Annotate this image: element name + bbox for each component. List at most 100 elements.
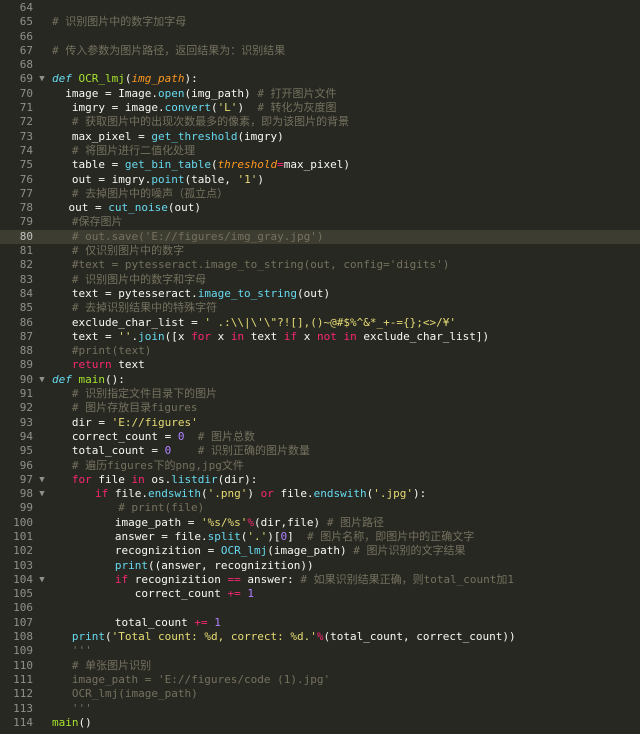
code-token: # 识别正确的图片数量 <box>197 444 310 458</box>
code-line[interactable]: 89 return text <box>0 358 640 372</box>
code-line[interactable]: 79 #保存图片 <box>0 215 640 229</box>
line-number: 96 <box>19 458 33 472</box>
code-line[interactable]: 67 # 传入参数为图片路径，返回结果为：识别结果 <box>0 44 640 58</box>
code-token: (): <box>105 372 125 386</box>
code-token: #text = pytesseract.image_to_string(out,… <box>71 258 450 272</box>
code-line[interactable]: 82 #text = pytesseract.image_to_string(ou… <box>0 258 640 272</box>
code-line[interactable]: 108 print('Total count: %d, correct: %d.'… <box>0 630 640 644</box>
line-number: 114 <box>13 715 33 729</box>
code-line[interactable]: 106 <box>0 601 640 615</box>
code-line[interactable]: 93 dir = 'E://figures' <box>0 416 640 430</box>
code-token: (imgry) <box>237 129 284 143</box>
code-token: def <box>52 72 79 86</box>
code-token: (out) <box>167 201 202 215</box>
code-token: correct_count = <box>71 429 178 443</box>
code-token: return <box>71 358 112 372</box>
code-token: not in <box>316 329 357 343</box>
code-line[interactable]: 87 text = ''.join([x for x in text if x n… <box>0 330 640 344</box>
code-token: # 去掉图片中的噪声（孤立点） <box>71 186 229 200</box>
code-line[interactable]: 70 image = Image.open(img_path) # 打开图片文件 <box>0 87 640 101</box>
code-line[interactable]: 74 # 将图片进行二值化处理 <box>0 144 640 158</box>
code-line[interactable]: 75 table = get_bin_table(threshold=max_pi… <box>0 158 640 172</box>
code-token: #保存图片 <box>71 215 123 229</box>
code-token: exclude_char_list = <box>71 315 205 329</box>
fold-arrow-icon[interactable]: ▼ <box>37 573 47 587</box>
line-number: 92 <box>19 401 33 415</box>
code-line[interactable]: 80 # out.save('E://figures/img_gray.jpg') <box>0 229 640 245</box>
code-line[interactable]: 101 answer = file.split('.')[0] # 图片名称，即图… <box>0 530 640 544</box>
code-line[interactable]: 71 imgry = image.convert('L') # 转化为灰度图 <box>0 101 640 115</box>
line-number: 71 <box>19 101 33 115</box>
code-line[interactable]: 100 image_path = '%s/%s'%(dir,file) # 图片路… <box>0 516 640 530</box>
fold-arrow-icon[interactable]: ▼ <box>37 487 47 501</box>
code-line[interactable]: 99 # print(file) <box>0 501 640 515</box>
code-text: # 遍历figures下的png,jpg文件 <box>72 459 244 473</box>
code-line[interactable]: 103 print((answer, recognizition)) <box>0 559 640 573</box>
code-line[interactable]: 78 out = cut_noise(out) <box>0 201 640 215</box>
code-line[interactable]: 114 main() <box>0 716 640 730</box>
line-number: 80 <box>19 229 33 243</box>
code-token: for <box>191 329 211 343</box>
code-line[interactable]: 110 # 单张图片识别 <box>0 659 640 673</box>
code-line[interactable]: 64 <box>0 1 640 15</box>
line-number: 104 <box>13 572 33 586</box>
code-line[interactable]: 83 # 识别图片中的数字和字母 <box>0 273 640 287</box>
code-line[interactable]: 113 ''' <box>0 702 640 716</box>
code-line[interactable]: 112 OCR_lmj(image_path) <box>0 687 640 701</box>
code-text: text = ''.join([x for x in text if x not… <box>72 330 489 344</box>
code-line[interactable]: 95 total_count = 0 # 识别正确的图片数量 <box>0 444 640 458</box>
code-line[interactable]: 90 ▼ def main(): <box>0 373 640 387</box>
code-line[interactable]: 69 ▼ def OCR_lmj(img_path): <box>0 72 640 86</box>
code-text: # 获取图片中的出现次数最多的像素，即为该图片的背景 <box>72 115 349 129</box>
fold-arrow-icon[interactable]: ▼ <box>37 72 47 86</box>
code-token: get_threshold <box>151 129 238 143</box>
fold-arrow-icon[interactable]: ▼ <box>37 373 47 387</box>
code-line[interactable]: 81 # 仅识别图片中的数字 <box>0 244 640 258</box>
code-line[interactable]: 88 #print(text) <box>0 344 640 358</box>
code-line[interactable]: 97 ▼ for file in os.listdir(dir): <box>0 473 640 487</box>
code-token: correct_count <box>134 587 228 601</box>
code-line[interactable]: 102 recognizition = OCR_lmj(image_path) #… <box>0 544 640 558</box>
code-token: (image_path) <box>267 544 354 558</box>
code-line[interactable]: 111 image_path = 'E://figures/code (1).jp… <box>0 673 640 687</box>
code-token: # 传入参数为图片路径，返回结果为：识别结果 <box>52 43 286 57</box>
code-text: out = imgry.point(table, '1') <box>72 173 264 187</box>
code-line[interactable]: 68 <box>0 58 640 72</box>
code-line[interactable]: 104 ▼ if recognizition == answer: # 如果识别结果… <box>0 573 640 587</box>
code-line[interactable]: 73 max_pixel = get_threshold(imgry) <box>0 130 640 144</box>
code-token: # 识别指定文件目录下的图片 <box>71 387 218 401</box>
code-token: # 打开图片文件 <box>257 86 337 100</box>
code-line[interactable]: 72 # 获取图片中的出现次数最多的像素，即为该图片的背景 <box>0 115 640 129</box>
code-line[interactable]: 94 correct_count = 0 # 图片总数 <box>0 430 640 444</box>
code-text: out = cut_noise(out) <box>69 201 201 215</box>
code-line[interactable]: 77 # 去掉图片中的噪声（孤立点） <box>0 187 640 201</box>
code-text: recognizition = OCR_lmj(image_path) # 图片… <box>115 544 466 558</box>
code-token: ] <box>287 529 307 543</box>
code-line[interactable]: 85 # 去掉识别结果中的特殊字符 <box>0 301 640 315</box>
line-number: 98 <box>19 487 33 501</box>
code-line[interactable]: 96 # 遍历figures下的png,jpg文件 <box>0 459 640 473</box>
code-line[interactable]: 98 ▼ if file.endswith('.png') or file.ends… <box>0 487 640 501</box>
code-token: x <box>210 329 231 343</box>
code-line[interactable]: 86 exclude_char_list = ' .:\\|\'\"?![],()… <box>0 316 640 330</box>
code-text: def OCR_lmj(img_path): <box>52 72 198 86</box>
code-line[interactable]: 105 correct_count += 1 <box>0 587 640 601</box>
fold-arrow-icon[interactable]: ▼ <box>37 473 47 487</box>
code-token: os. <box>144 472 172 486</box>
line-number: 91 <box>19 387 33 401</box>
code-text: # 去掉识别结果中的特殊字符 <box>72 301 217 315</box>
code-line[interactable]: 91 # 识别指定文件目录下的图片 <box>0 387 640 401</box>
code-line[interactable]: 92 # 图片存放目录figures <box>0 401 640 415</box>
code-line[interactable]: 109 ''' <box>0 644 640 658</box>
code-line[interactable]: 76 out = imgry.point(table, '1') <box>0 173 640 187</box>
code-text: # out.save('E://figures/img_gray.jpg') <box>72 230 324 244</box>
code-line[interactable]: 84 text = pytesseract.image_to_string(out… <box>0 287 640 301</box>
code-line[interactable]: 107 total_count += 1 <box>0 616 640 630</box>
code-line[interactable]: 65 # 识别图片中的数字加字母 <box>0 15 640 29</box>
line-number: 87 <box>19 329 33 343</box>
code-token: # 将图片进行二值化处理 <box>71 143 196 157</box>
code-editor[interactable]: 64 65 # 识别图片中的数字加字母 66 67 # 传入参数为图片路径，返回结果为：识… <box>0 0 640 734</box>
code-token: recognizition = <box>114 544 221 558</box>
code-line[interactable]: 66 <box>0 30 640 44</box>
